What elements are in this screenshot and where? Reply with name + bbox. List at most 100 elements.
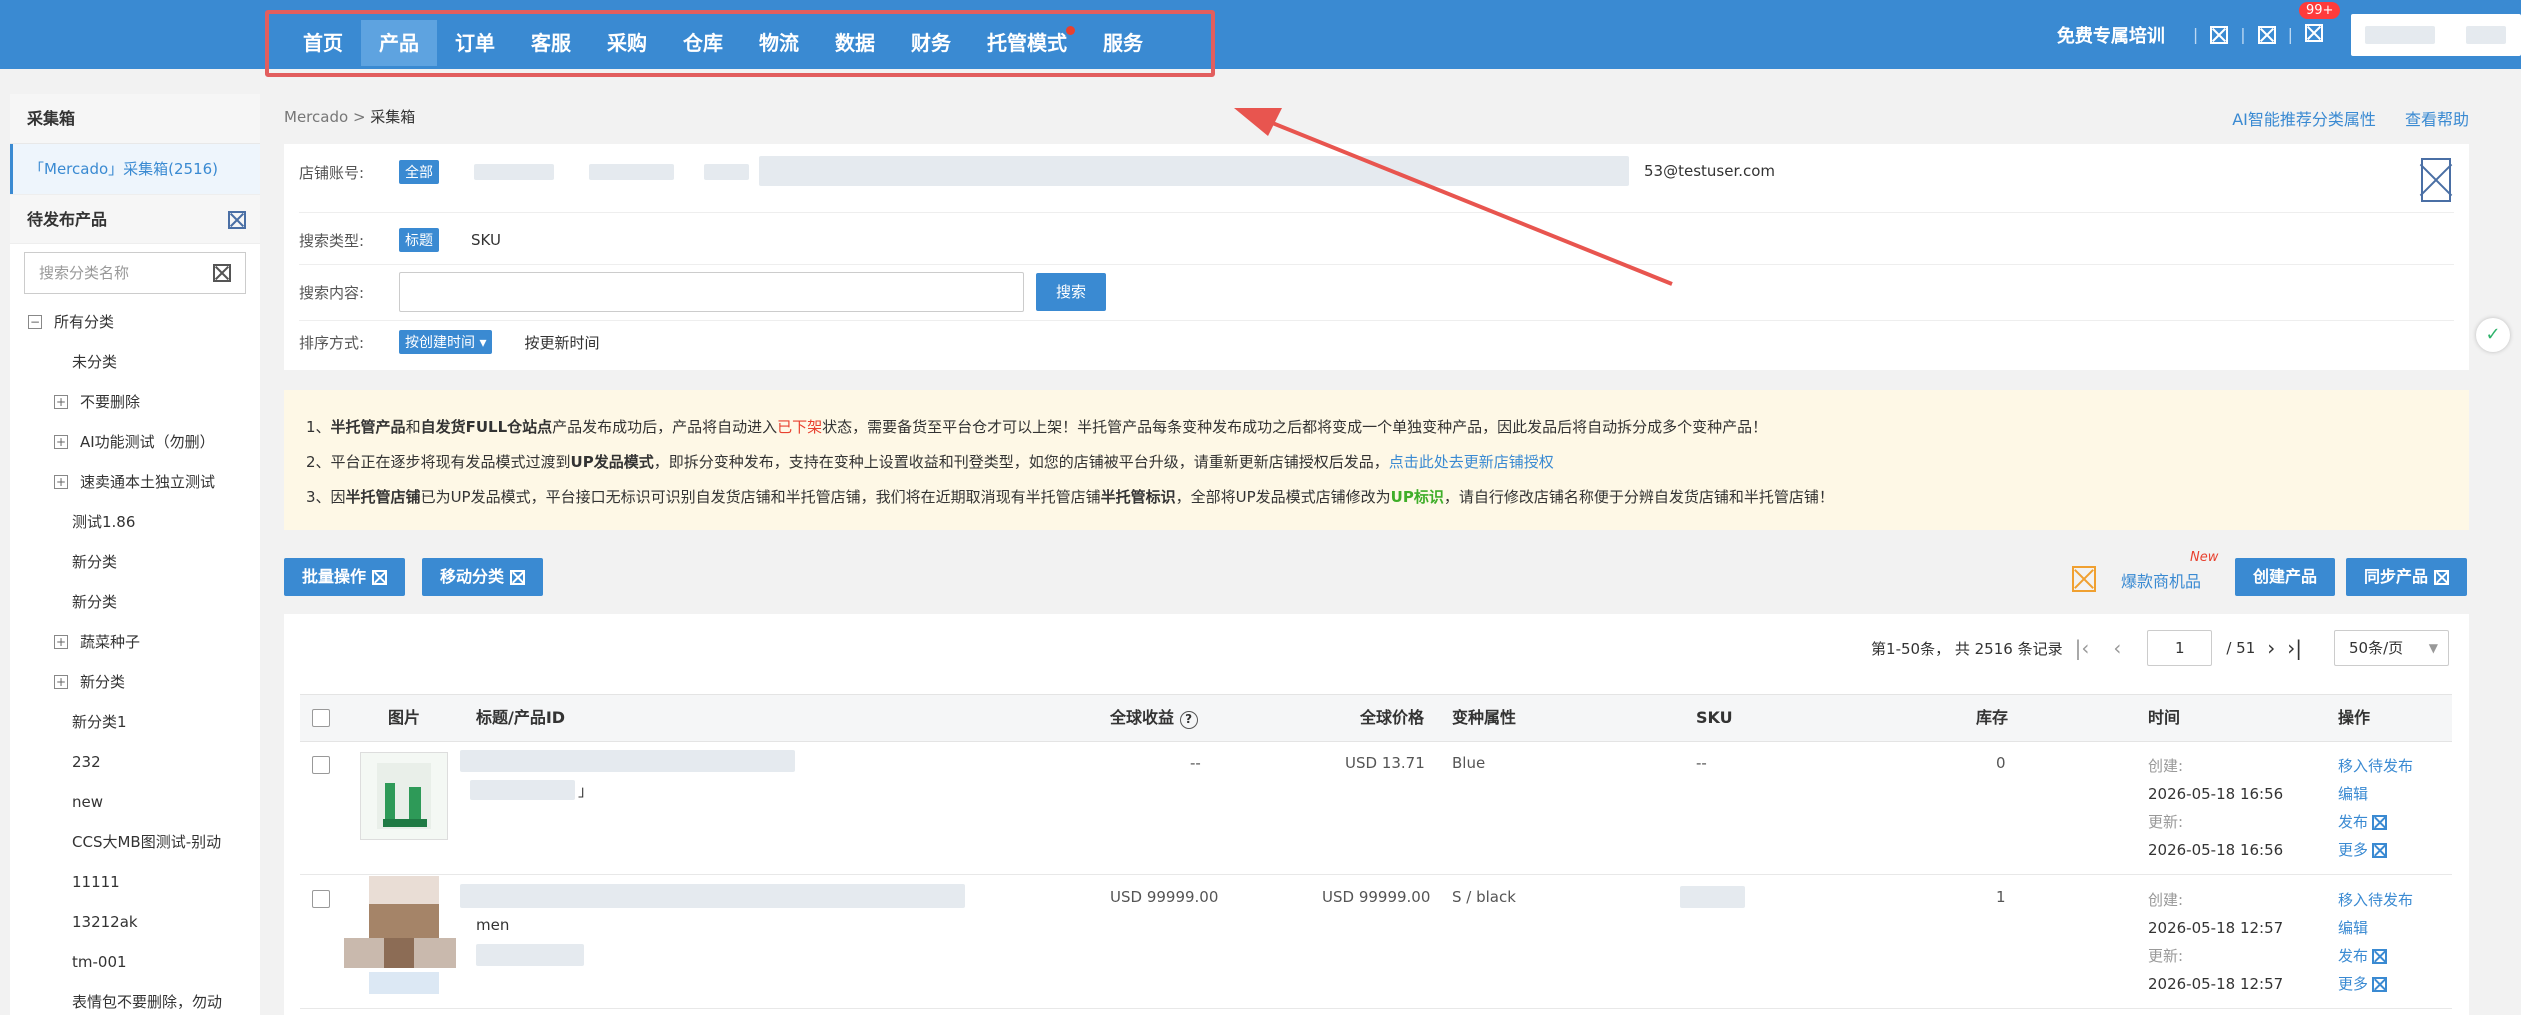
tool-icon-2[interactable]: [2257, 25, 2276, 44]
publish-link[interactable]: 发布: [2338, 942, 2413, 970]
publish-label: 发布: [2338, 947, 2369, 965]
col-sku: SKU: [1696, 708, 1733, 727]
category-tree-item[interactable]: 表情包不要删除，勿动: [10, 982, 260, 1015]
page-size-select[interactable]: 50条/页 ▼: [2334, 630, 2449, 666]
profit-value: USD 99999.00: [1110, 888, 1219, 906]
product-subtitle: 」: [578, 782, 594, 800]
search-icon[interactable]: [213, 264, 231, 282]
category-search-input[interactable]: 搜索分类名称: [24, 252, 246, 294]
expand-icon[interactable]: +: [54, 435, 68, 449]
prev-page-button[interactable]: ‹: [2113, 636, 2121, 660]
row-checkbox[interactable]: [312, 756, 330, 774]
hot-product-icon[interactable]: [2072, 566, 2096, 592]
category-tree-item[interactable]: 232: [10, 742, 260, 782]
category-tree-item[interactable]: 未分类: [10, 342, 260, 382]
category-tree-item[interactable]: tm-001: [10, 942, 260, 982]
more-link[interactable]: 更多: [2338, 836, 2413, 864]
edit-link[interactable]: 编辑: [2338, 780, 2413, 808]
category-label: tm-001: [72, 953, 127, 971]
store-all-tag[interactable]: 全部: [399, 160, 439, 184]
blurred-store[interactable]: [704, 164, 749, 180]
blurred-store[interactable]: [589, 164, 674, 180]
category-label: 13212ak: [72, 913, 138, 931]
category-tree-item[interactable]: 新分类: [10, 542, 260, 582]
blurred-store[interactable]: [474, 164, 554, 180]
sidebar-item-mercado-box[interactable]: 「Mercado」采集箱(2516): [10, 144, 260, 194]
search-type-title-tag[interactable]: 标题: [399, 228, 439, 252]
last-page-button[interactable]: ›|: [2287, 636, 2302, 660]
breadcrumb-root[interactable]: Mercado: [284, 108, 348, 126]
product-image: [344, 876, 456, 994]
free-training-link[interactable]: 免费专属培训: [2057, 22, 2165, 48]
product-thumbnail[interactable]: [344, 876, 456, 994]
update-auth-link[interactable]: 点击此处去更新店铺授权: [1389, 453, 1554, 471]
breadcrumb: Mercado > 采集箱: [284, 106, 415, 127]
col-profit-label: 全球收益: [1110, 708, 1175, 727]
collapse-icon[interactable]: [228, 211, 246, 229]
category-tree-item[interactable]: 新分类1: [10, 702, 260, 742]
user-account[interactable]: [2351, 13, 2521, 56]
assistant-icon[interactable]: ✓: [2476, 318, 2510, 352]
sync-product-button[interactable]: 同步产品: [2346, 558, 2468, 596]
tool-icon-1[interactable]: [2210, 25, 2229, 44]
expand-icon[interactable]: +: [54, 395, 68, 409]
store-email[interactable]: 53@testuser.com: [1644, 162, 1775, 180]
category-tree-item[interactable]: 测试1.86: [10, 502, 260, 542]
blurred-title[interactable]: [460, 750, 795, 772]
sort-row: 排序方式: 按创建时间 ▾ 按更新时间: [299, 330, 600, 354]
category-tree-item[interactable]: + AI功能测试（勿删）: [10, 422, 260, 462]
product-subtitle: men: [476, 916, 510, 934]
blurred-title[interactable]: [460, 884, 965, 908]
next-page-button[interactable]: ›: [2267, 636, 2275, 660]
category-tree-item[interactable]: + 不要删除: [10, 382, 260, 422]
row-checkbox[interactable]: [312, 890, 330, 908]
product-image: [377, 763, 431, 829]
help-link[interactable]: 查看帮助: [2405, 110, 2469, 129]
hot-products-link[interactable]: 爆款商机品: [2121, 568, 2201, 592]
category-tree-item[interactable]: new: [10, 782, 260, 822]
more-link[interactable]: 更多: [2338, 970, 2413, 998]
category-label: AI功能测试（勿删）: [80, 433, 215, 451]
category-tree-item[interactable]: 11111: [10, 862, 260, 902]
move-category-button[interactable]: 移动分类: [422, 558, 544, 596]
blurred-product-id: [470, 780, 575, 800]
ai-category-link[interactable]: AI智能推荐分类属性: [2232, 110, 2376, 129]
batch-operation-button[interactable]: 批量操作: [284, 558, 406, 596]
move-to-pending-link[interactable]: 移入待发布: [2338, 886, 2413, 914]
created-label: 创建:: [2148, 891, 2184, 909]
product-thumbnail[interactable]: [360, 752, 448, 840]
category-tree-item[interactable]: 13212ak: [10, 902, 260, 942]
dropdown-icon: [2372, 948, 2388, 964]
page-number-input[interactable]: 1: [2147, 630, 2213, 666]
notification-bell[interactable]: 99+: [2299, 1, 2341, 46]
expand-icon[interactable]: +: [54, 675, 68, 689]
category-tree-item[interactable]: + 新分类: [10, 662, 260, 702]
category-tree-item[interactable]: 新分类: [10, 582, 260, 622]
expand-icon[interactable]: +: [54, 475, 68, 489]
first-page-button[interactable]: |‹: [2075, 636, 2090, 660]
search-button[interactable]: 搜索: [1036, 273, 1107, 311]
category-tree-item[interactable]: + 蔬菜种子: [10, 622, 260, 662]
sidebar-title: 采集箱: [10, 94, 260, 144]
divider: [299, 320, 2454, 321]
blurred-username: [2365, 25, 2435, 44]
edit-link[interactable]: 编辑: [2338, 914, 2413, 942]
category-tree-item[interactable]: + 速卖通本土独立测试: [10, 462, 260, 502]
expand-icon[interactable]: +: [54, 635, 68, 649]
dropdown-icon: [510, 569, 526, 585]
sort-updated[interactable]: 按更新时间: [524, 332, 599, 353]
category-tree-item[interactable]: − 所有分类: [10, 302, 260, 342]
sort-created-tag[interactable]: 按创建时间 ▾: [399, 330, 493, 354]
category-tree-item[interactable]: CCS大MB图测试-别动: [10, 822, 260, 862]
search-content-input[interactable]: [399, 272, 1024, 312]
help-icon[interactable]: ?: [1179, 711, 1198, 729]
create-product-button[interactable]: 创建产品: [2235, 558, 2336, 596]
search-type-sku[interactable]: SKU: [471, 231, 501, 249]
move-to-pending-link[interactable]: 移入待发布: [2338, 752, 2413, 780]
price-value: USD 99999.00: [1322, 888, 1431, 906]
blurred-store[interactable]: [759, 156, 1629, 186]
publish-link[interactable]: 发布: [2338, 808, 2413, 836]
collapse-icon[interactable]: −: [28, 315, 42, 329]
select-all-checkbox[interactable]: [312, 709, 330, 727]
expand-stores-icon[interactable]: [2421, 158, 2451, 202]
